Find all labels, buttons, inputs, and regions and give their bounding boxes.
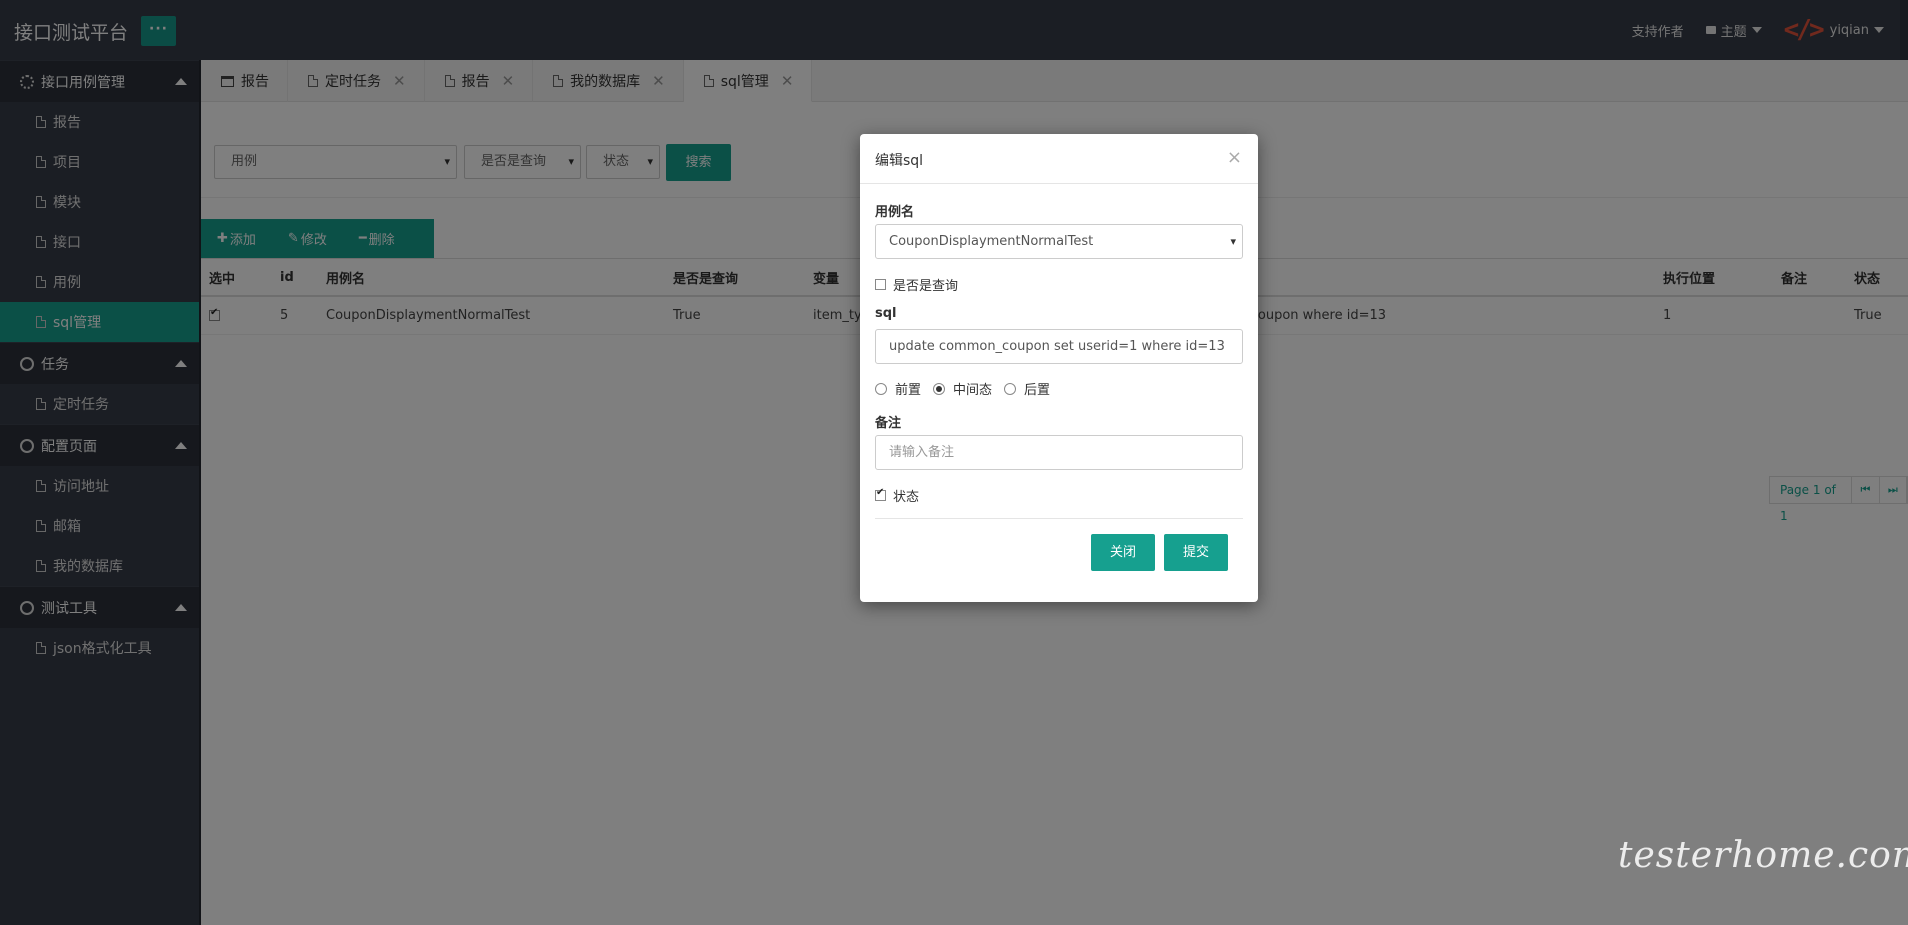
- is-query-checkbox-row[interactable]: 是否是查询: [875, 275, 958, 294]
- remark-label: 备注: [875, 416, 902, 431]
- radio-post-indicator[interactable]: [1004, 382, 1017, 395]
- sql-input[interactable]: update common_coupon set userid=1 where …: [875, 329, 1243, 364]
- modal-title: 编辑sql: [875, 153, 924, 169]
- case-name-select[interactable]: CouponDisplaymentNormalTest: [875, 224, 1243, 259]
- is-query-checkbox[interactable]: [875, 279, 886, 290]
- case-name-label: 用例名: [875, 205, 915, 220]
- radio-middle[interactable]: 中间态: [933, 379, 992, 398]
- radio-post[interactable]: 后置: [1004, 379, 1050, 398]
- modal-footer-divider: [875, 518, 1243, 519]
- remark-input[interactable]: 请输入备注: [875, 435, 1243, 470]
- status-checkbox-row[interactable]: 状态: [875, 486, 919, 505]
- submit-button[interactable]: 提交: [1164, 534, 1228, 571]
- edit-sql-modal: 编辑sql × 用例名 CouponDisplaymentNormalTest …: [860, 134, 1258, 602]
- radio-pre[interactable]: 前置: [875, 379, 921, 398]
- position-radio-group: 前置 中间态 后置: [875, 379, 1062, 398]
- close-button[interactable]: 关闭: [1091, 534, 1155, 571]
- sql-label: sql: [875, 306, 897, 321]
- modal-header: 编辑sql ×: [860, 134, 1258, 184]
- close-icon[interactable]: ×: [1227, 147, 1242, 168]
- radio-middle-indicator[interactable]: [933, 382, 946, 395]
- radio-pre-indicator[interactable]: [875, 382, 887, 395]
- watermark: testerhome.com: [1618, 835, 1908, 876]
- status-checkbox[interactable]: [875, 487, 886, 501]
